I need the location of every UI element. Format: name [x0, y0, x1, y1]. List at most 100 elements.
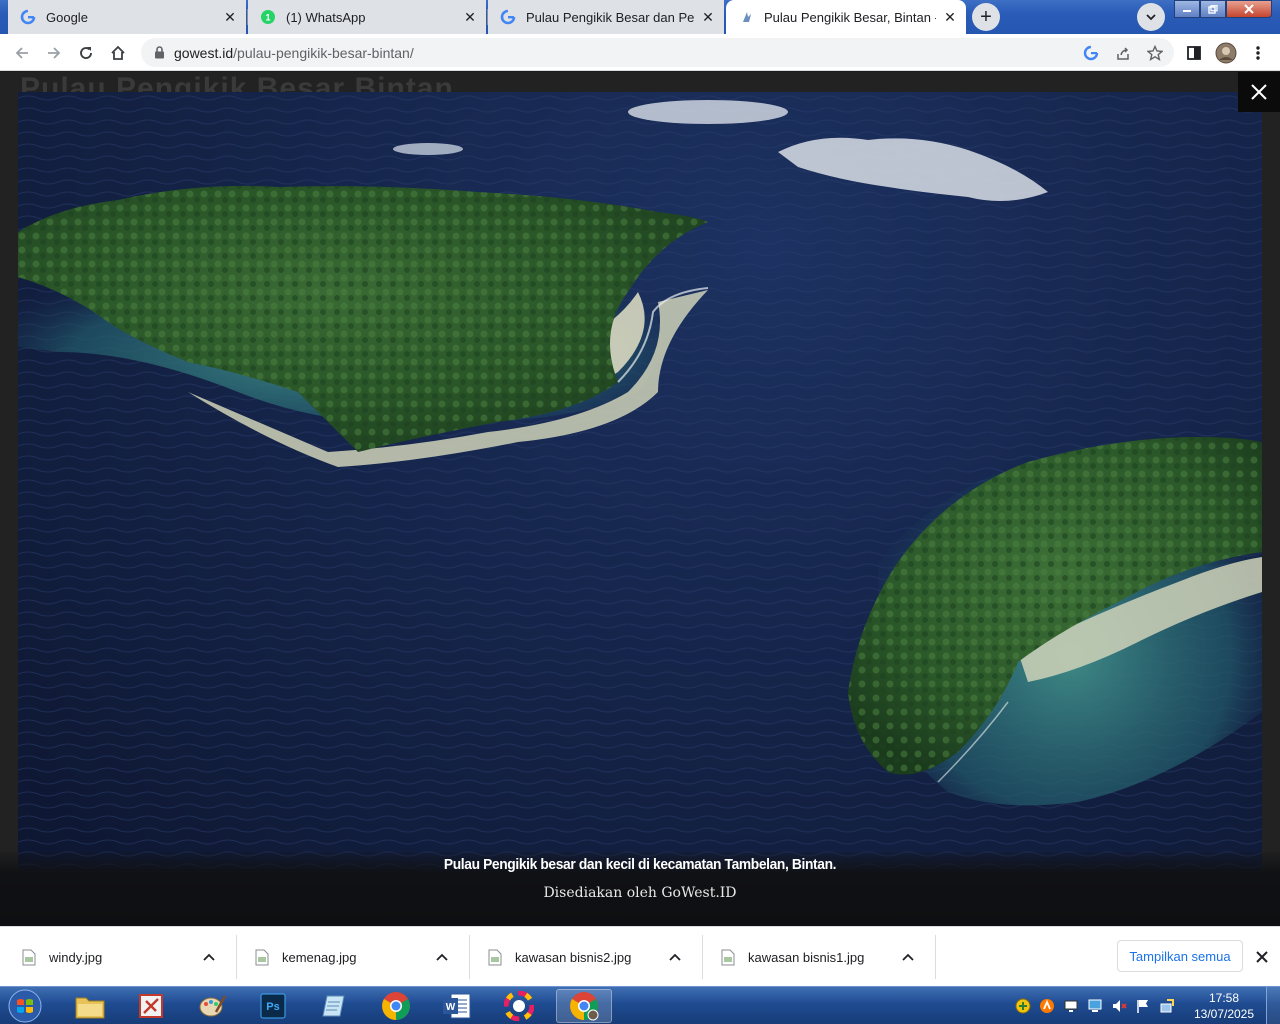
tab-close-icon[interactable]: ✕ [942, 9, 958, 25]
tray-flag-icon[interactable] [1134, 997, 1152, 1015]
url-host: gowest.id [174, 44, 234, 61]
lightbox-close-button[interactable] [1238, 72, 1280, 112]
whatsapp-icon: 1 [260, 9, 276, 25]
clock-time: 17:58 [1208, 991, 1240, 1005]
chevron-up-icon[interactable] [896, 953, 920, 961]
download-bar-close-button[interactable] [1252, 947, 1272, 967]
show-desktop-button[interactable] [1266, 987, 1280, 1024]
image-file-icon [721, 949, 735, 965]
reload-button[interactable] [72, 39, 100, 67]
download-item[interactable]: windy.jpg [0, 927, 233, 987]
tab-close-icon[interactable]: ✕ [700, 9, 716, 25]
svg-text:W: W [446, 1002, 456, 1013]
chrome-icon [382, 992, 410, 1020]
aerial-island-photo [18, 92, 1262, 882]
lightbox-caption-bar: Pulau Pengikik besar dan kecil di kecama… [0, 852, 1280, 926]
tab-title: Pulau Pengikik Besar, Bintan - Go [764, 9, 936, 25]
forward-button[interactable] [40, 39, 68, 67]
avatar-icon [1215, 42, 1237, 64]
bookmark-star-icon[interactable] [1146, 44, 1164, 62]
lock-icon[interactable] [152, 46, 166, 60]
share-icon[interactable] [1114, 44, 1132, 62]
close-icon [1244, 4, 1254, 14]
taskbar-app-red[interactable] [123, 989, 179, 1023]
tray-display-icon[interactable] [1062, 997, 1080, 1015]
profile-avatar[interactable] [1212, 39, 1240, 67]
tab-close-icon[interactable]: ✕ [222, 9, 238, 25]
reload-icon [80, 47, 92, 59]
folder-icon [75, 997, 105, 1019]
restore-button[interactable] [1200, 0, 1226, 18]
close-icon [1256, 951, 1268, 963]
tab-search-button[interactable] [1137, 3, 1165, 31]
download-item[interactable]: kemenag.jpg [233, 927, 466, 987]
chevron-up-icon[interactable] [430, 953, 454, 961]
browser-toolbar: gowest.id/pulau-pengikik-besar-bintan/ [0, 34, 1280, 71]
image-file-icon [22, 949, 36, 965]
side-panel-icon [1187, 46, 1201, 60]
chrome-icon [570, 992, 599, 1021]
tray-volume-muted-icon[interactable] [1110, 997, 1128, 1015]
google-lens-icon[interactable] [1082, 44, 1100, 62]
gowest-icon [738, 9, 754, 25]
taskbar-chrome[interactable] [368, 989, 424, 1023]
download-filename: kemenag.jpg [282, 949, 357, 965]
download-separator [935, 935, 936, 979]
show-all-downloads-button[interactable]: Tampilkan semua [1117, 940, 1243, 972]
tab-title: Google [46, 9, 88, 25]
photo-credit: Disediakan oleh GoWest.ID [543, 885, 737, 901]
tab-title: Pulau Pengikik Besar dan Pengkik [526, 9, 694, 25]
svg-text:Ps: Ps [266, 1001, 279, 1013]
tray-avast-icon[interactable] [1038, 997, 1056, 1015]
taskbar-explorer[interactable] [62, 989, 118, 1023]
tab-strip: Google ✕ 1 (1) WhatsApp ✕ Pulau Pengikik… [0, 0, 1280, 34]
tab-pulau-search[interactable]: Pulau Pengikik Besar dan Pengkik ✕ [488, 0, 724, 34]
download-item[interactable]: kawasan bisnis2.jpg [466, 927, 699, 987]
new-tab-button[interactable]: + [972, 3, 1000, 31]
tab-gowest-active[interactable]: Pulau Pengikik Besar, Bintan - Go ✕ [726, 0, 966, 34]
download-filename: kawasan bisnis1.jpg [748, 949, 865, 965]
system-tray [1014, 997, 1176, 1015]
chevron-up-icon[interactable] [197, 953, 221, 961]
menu-button[interactable] [1244, 39, 1272, 67]
download-filename: windy.jpg [49, 949, 103, 965]
address-bar[interactable]: gowest.id/pulau-pengikik-besar-bintan/ [141, 38, 1174, 67]
chevron-up-icon[interactable] [663, 953, 687, 961]
home-icon [111, 45, 125, 60]
windows-start-icon [8, 989, 42, 1023]
download-item[interactable]: kawasan bisnis1.jpg [699, 927, 932, 987]
taskbar-paint[interactable] [184, 989, 240, 1023]
clock-date: 13/07/2025 [1193, 1007, 1255, 1021]
image-file-icon [488, 949, 502, 965]
side-panel-button[interactable] [1180, 39, 1208, 67]
system-clock[interactable]: 17:58 13/07/2025 [1188, 990, 1260, 1022]
google-icon [20, 9, 36, 25]
page-viewport: Pulau Pengikik Besar Bintan Pulau Pengik… [0, 72, 1280, 926]
taskbar-chrome-active[interactable] [556, 989, 612, 1023]
google-icon [500, 9, 516, 25]
start-button[interactable] [4, 988, 46, 1024]
close-icon [1251, 84, 1267, 100]
taskbar-word[interactable]: W [429, 989, 485, 1023]
tab-google[interactable]: Google ✕ [8, 0, 246, 34]
lightbox-photo [18, 92, 1262, 882]
url-text: gowest.id/pulau-pengikik-besar-bintan/ [174, 45, 414, 61]
taskbar-photoshop[interactable]: Ps [245, 989, 301, 1023]
taskbar-notes[interactable] [306, 989, 362, 1023]
minimize-button[interactable] [1174, 0, 1200, 18]
paint-palette-icon [199, 995, 226, 1017]
window-controls [1174, 0, 1272, 18]
pdf-app-icon [139, 994, 163, 1018]
taskbar-colorwheel[interactable] [491, 989, 547, 1023]
home-button[interactable] [104, 39, 132, 67]
photoshop-icon: Ps [260, 993, 286, 1019]
tab-whatsapp[interactable]: 1 (1) WhatsApp ✕ [248, 0, 486, 34]
window-close-button[interactable] [1226, 0, 1272, 18]
tray-network-icon[interactable] [1086, 997, 1104, 1015]
back-button[interactable] [8, 39, 36, 67]
tray-plus-icon[interactable] [1014, 997, 1032, 1015]
color-wheel-icon [504, 991, 534, 1021]
tab-close-icon[interactable]: ✕ [462, 9, 478, 25]
svg-text:1: 1 [265, 13, 270, 23]
tray-update-icon[interactable] [1158, 997, 1176, 1015]
